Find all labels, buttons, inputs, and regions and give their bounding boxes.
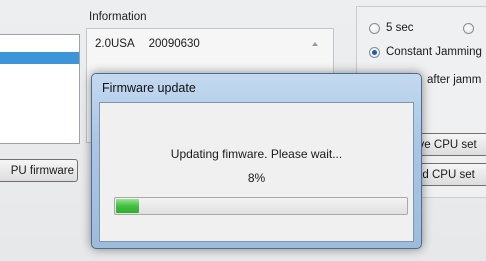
device-list[interactable]	[0, 34, 80, 144]
after-jamming-label: after jamm	[427, 74, 482, 86]
radio-constant-jamming[interactable]	[369, 47, 380, 58]
dialog-title: Firmware update	[102, 81, 196, 95]
radio-5sec-label: 5 sec	[386, 22, 414, 34]
selected-list-item[interactable]	[0, 52, 79, 64]
progress-percent: 8%	[247, 171, 266, 185]
information-label: Information	[89, 11, 147, 23]
scroll-up-arrow-icon[interactable]	[312, 42, 318, 46]
radio-constant-jamming-label: Constant Jamming	[386, 46, 482, 58]
dialog-body: Updating fimware. Please wait... 8%	[99, 102, 414, 242]
status-message: Updating fimware. Please wait...	[170, 147, 343, 161]
information-text: 2.0USA 20090630	[95, 38, 200, 50]
progress-bar-fill	[116, 199, 139, 213]
cpu-firmware-button[interactable]: PU firmware	[0, 159, 78, 182]
radio-next-option[interactable]	[463, 23, 474, 34]
date-text: 20090630	[148, 38, 200, 50]
main-window: PU firmware Information 2.0USA 20090630 5…	[0, 0, 486, 261]
firmware-update-dialog: Firmware update Updating fimware. Please…	[91, 73, 422, 249]
version-text: 2.0USA	[95, 38, 135, 50]
progress-bar	[114, 197, 408, 215]
radio-5sec[interactable]	[369, 23, 380, 34]
